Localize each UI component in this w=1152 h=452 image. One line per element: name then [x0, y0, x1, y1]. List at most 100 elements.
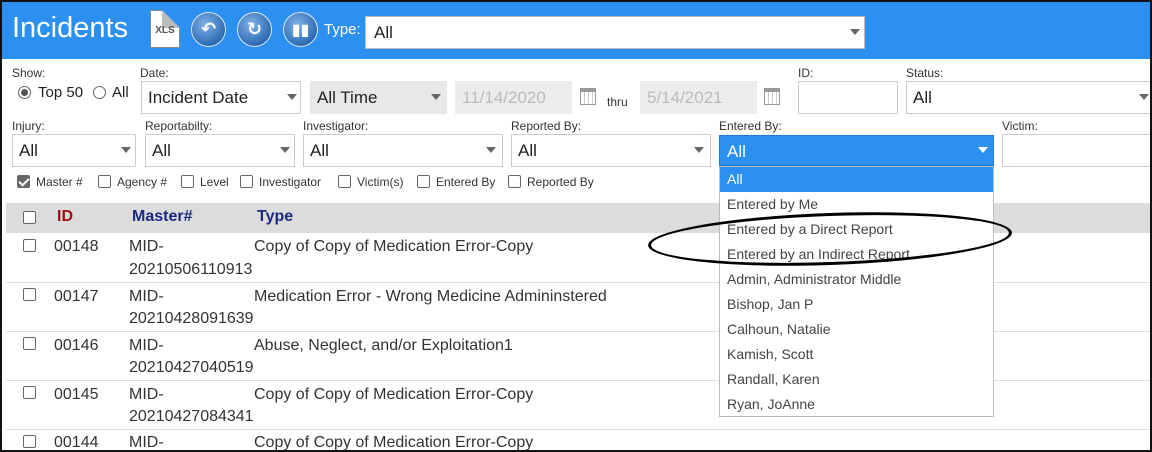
- reportability-value: All: [152, 141, 171, 160]
- col-level-checkbox[interactable]: [181, 175, 194, 188]
- calendar-icon[interactable]: [764, 88, 780, 105]
- dropdown-option-all[interactable]: All: [720, 167, 993, 192]
- injury-label: Injury:: [12, 119, 45, 133]
- injury-value: All: [19, 141, 38, 160]
- col-reported-by-label: Reported By: [527, 175, 594, 189]
- col-entered-by-checkbox[interactable]: [417, 175, 430, 188]
- reported-by-value: All: [518, 141, 537, 160]
- chevron-down-icon: [850, 29, 860, 35]
- dropdown-option-user[interactable]: Calhoun, Natalie: [720, 317, 993, 342]
- injury-select[interactable]: All: [12, 134, 136, 167]
- dropdown-option-user[interactable]: Ryan, JoAnne: [720, 392, 993, 417]
- col-victims-label: Victim(s): [357, 175, 404, 189]
- id-input[interactable]: [798, 81, 898, 114]
- type-label: Type:: [324, 21, 361, 38]
- row-type: Copy of Copy of Medication Error-Copy: [254, 238, 534, 255]
- col-agency-checkbox[interactable]: [98, 175, 111, 188]
- col-master-checkbox[interactable]: [17, 175, 30, 188]
- col-agency-label: Agency #: [117, 175, 168, 189]
- row-master: MID-: [129, 386, 164, 403]
- entered-by-label: Entered By:: [719, 119, 782, 133]
- col-header-type[interactable]: Type: [257, 208, 293, 226]
- chevron-down-icon: [1139, 94, 1149, 100]
- select-all-checkbox[interactable]: [23, 211, 36, 224]
- status-value: All: [913, 88, 932, 107]
- chevron-down-icon: [694, 147, 704, 153]
- show-top50-radio[interactable]: [18, 86, 31, 99]
- col-reported-by-checkbox[interactable]: [508, 175, 521, 188]
- victim-input[interactable]: [1002, 134, 1150, 167]
- date-label: Date:: [140, 66, 169, 80]
- row-id: 00144: [54, 434, 99, 451]
- header-bar: Incidents XLS ↶ ↻ ▮▮ Type: All: [2, 2, 1150, 59]
- row-id: 00148: [54, 238, 99, 255]
- xls-icon-label: XLS: [155, 25, 175, 36]
- calendar-icon[interactable]: [580, 88, 596, 105]
- reported-by-select[interactable]: All: [511, 134, 711, 167]
- incidents-window: Incidents XLS ↶ ↻ ▮▮ Type: All Show: Top…: [0, 0, 1152, 452]
- row-master-number: 20210427084341: [129, 408, 254, 425]
- row-checkbox[interactable]: [23, 239, 36, 252]
- type-select[interactable]: All: [365, 16, 865, 49]
- row-master: MID-: [129, 288, 164, 305]
- chevron-down-icon: [121, 147, 131, 153]
- show-all-label: All: [112, 84, 129, 101]
- status-label: Status:: [906, 66, 944, 80]
- date-range-value: All Time: [317, 88, 378, 107]
- id-label: ID:: [798, 66, 814, 80]
- chevron-down-icon: [431, 94, 441, 100]
- col-level-label: Level: [200, 175, 229, 189]
- col-entered-by-label: Entered By: [436, 175, 496, 189]
- entered-by-dropdown-list: All Entered by Me Entered by a Direct Re…: [719, 166, 994, 417]
- chevron-down-icon: [978, 147, 988, 153]
- chevron-down-icon: [486, 147, 496, 153]
- row-checkbox[interactable]: [23, 288, 36, 301]
- victim-label: Victim:: [1002, 119, 1038, 133]
- dropdown-option-direct-report[interactable]: Entered by a Direct Report: [720, 217, 993, 242]
- dropdown-option-user[interactable]: Bishop, Jan P: [720, 292, 993, 317]
- row-master-number: 20210506110913: [129, 261, 253, 278]
- row-checkbox[interactable]: [23, 337, 36, 350]
- show-top50-label: Top 50: [38, 84, 84, 101]
- row-type: Abuse, Neglect, and/or Exploitation1: [254, 337, 513, 354]
- dropdown-option-user[interactable]: Admin, Administrator Middle: [720, 267, 993, 292]
- row-type: Copy of Copy of Medication Error-Copy: [254, 386, 534, 403]
- date-type-value: Incident Date: [148, 88, 249, 107]
- reportability-select[interactable]: All: [145, 134, 295, 167]
- date-from-input[interactable]: 11/14/2020: [455, 81, 572, 114]
- chart-icon[interactable]: ▮▮: [283, 12, 318, 47]
- col-victims-checkbox[interactable]: [338, 175, 351, 188]
- investigator-select[interactable]: All: [303, 134, 503, 167]
- col-header-id[interactable]: ID: [57, 208, 73, 226]
- date-type-select[interactable]: Incident Date: [141, 81, 301, 114]
- row-type: Copy of Copy of Medication Error-Copy: [254, 434, 534, 451]
- show-all-radio[interactable]: [93, 86, 106, 99]
- row-master: MID-: [129, 238, 164, 255]
- type-select-value: All: [374, 23, 393, 42]
- entered-by-select[interactable]: All: [719, 135, 994, 166]
- table-row[interactable]: [6, 430, 1150, 450]
- col-investigator-checkbox[interactable]: [240, 175, 253, 188]
- row-id: 00146: [54, 337, 99, 354]
- date-range-select[interactable]: All Time: [310, 81, 447, 114]
- col-investigator-label: Investigator: [259, 175, 322, 189]
- row-checkbox[interactable]: [23, 386, 36, 399]
- thru-label: thru: [607, 95, 628, 109]
- date-to-input[interactable]: 5/14/2021: [640, 81, 757, 114]
- col-header-master[interactable]: Master#: [132, 208, 192, 226]
- dropdown-option-entered-by-me[interactable]: Entered by Me: [720, 192, 993, 217]
- entered-by-value: All: [727, 142, 746, 161]
- back-icon[interactable]: ↶: [191, 12, 226, 47]
- reported-by-label: Reported By:: [511, 119, 582, 133]
- row-master: MID-: [129, 337, 164, 354]
- xls-icon[interactable]: XLS: [150, 10, 180, 48]
- status-select[interactable]: All: [906, 81, 1150, 114]
- chevron-down-icon: [287, 94, 297, 100]
- chevron-down-icon: [280, 147, 290, 153]
- reportability-label: Reportabilty:: [145, 119, 213, 133]
- dropdown-option-user[interactable]: Kamish, Scott: [720, 342, 993, 367]
- dropdown-option-indirect-report[interactable]: Entered by an Indirect Report: [720, 242, 993, 267]
- refresh-icon[interactable]: ↻: [237, 12, 272, 47]
- dropdown-option-user[interactable]: Randall, Karen: [720, 367, 993, 392]
- row-checkbox[interactable]: [23, 435, 36, 448]
